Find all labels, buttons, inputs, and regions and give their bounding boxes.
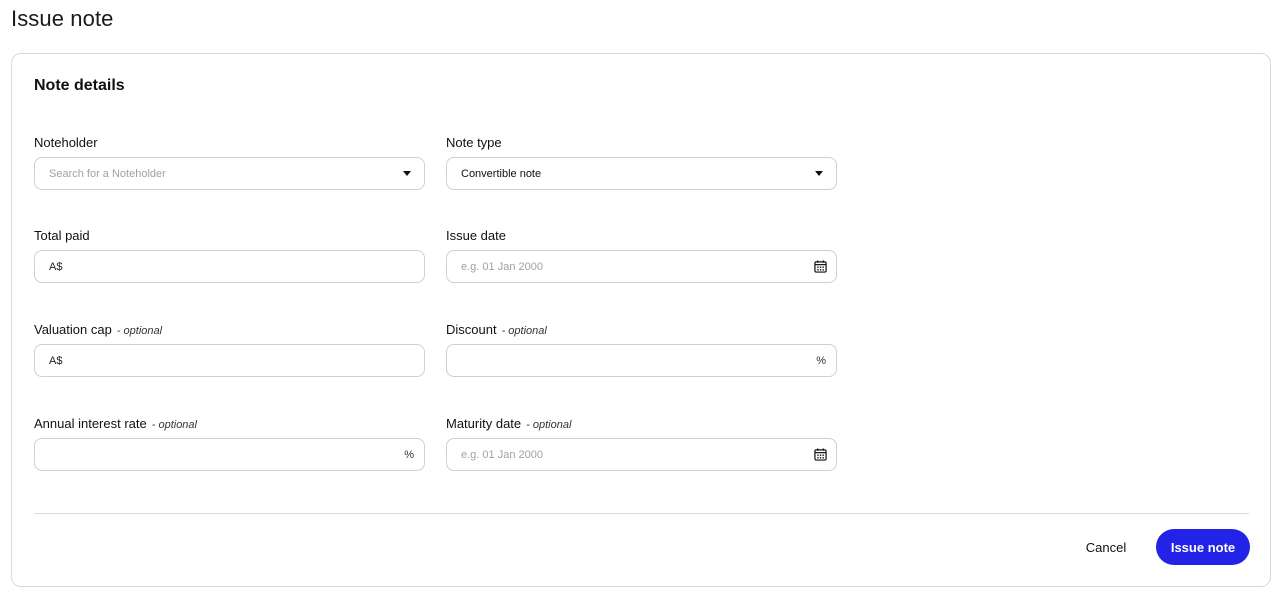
annual-interest-rate-input[interactable]: % (34, 438, 425, 471)
maturity-date-label-text: Maturity date (446, 416, 522, 431)
footer-divider (34, 513, 1249, 514)
total-paid-label: Total paid (34, 228, 425, 246)
noteholder-label: Noteholder (34, 135, 425, 153)
valuation-cap-label: Valuation cap - optional (34, 322, 425, 340)
noteholder-label-text: Noteholder (34, 135, 98, 150)
issue-date-label-text: Issue date (446, 228, 506, 243)
discount-input[interactable]: % (446, 344, 837, 377)
annual-interest-rate-label-text: Annual interest rate (34, 416, 147, 431)
chevron-down-icon (403, 171, 411, 176)
note-type-field: Note type Convertible note (446, 135, 837, 190)
noteholder-field: Noteholder Search for a Noteholder (34, 135, 425, 190)
maturity-date-label: Maturity date - optional (446, 416, 837, 434)
note-type-select[interactable]: Convertible note (446, 157, 837, 190)
issue-date-placeholder: e.g. 01 Jan 2000 (461, 260, 543, 273)
cancel-button[interactable]: Cancel (1073, 530, 1139, 564)
page-title: Issue note (11, 6, 114, 31)
maturity-date-placeholder: e.g. 01 Jan 2000 (461, 448, 543, 461)
currency-prefix: A$ (49, 354, 63, 367)
card-title: Note details (34, 77, 125, 94)
optional-tag: - optional (526, 419, 572, 431)
discount-label: Discount - optional (446, 322, 837, 340)
note-details-card: Note details Noteholder Search for a Not… (11, 53, 1271, 587)
currency-prefix: A$ (49, 260, 63, 273)
maturity-date-field: Maturity date - optional e.g. 01 Jan 200… (446, 416, 837, 471)
calendar-icon[interactable] (814, 260, 827, 273)
valuation-cap-field: Valuation cap - optional A$ (34, 322, 425, 377)
noteholder-placeholder: Search for a Noteholder (49, 167, 166, 180)
total-paid-field: Total paid A$ (34, 228, 425, 283)
valuation-cap-label-text: Valuation cap (34, 322, 112, 337)
optional-tag: - optional (501, 325, 547, 337)
optional-tag: - optional (116, 325, 163, 337)
chevron-down-icon (815, 171, 823, 176)
total-paid-input[interactable]: A$ (34, 250, 425, 283)
optional-tag: - optional (151, 419, 197, 431)
annual-interest-rate-label: Annual interest rate - optional (34, 416, 425, 434)
note-type-label: Note type (446, 135, 837, 153)
total-paid-label-text: Total paid (34, 228, 90, 243)
issue-date-field: Issue date e.g. 01 Jan 2000 (446, 228, 837, 283)
note-type-value: Convertible note (461, 167, 542, 180)
issue-date-input[interactable]: e.g. 01 Jan 2000 (446, 250, 837, 283)
note-type-label-text: Note type (446, 135, 502, 150)
issue-date-label: Issue date (446, 228, 837, 246)
noteholder-select[interactable]: Search for a Noteholder (34, 157, 425, 190)
percent-suffix: % (404, 448, 414, 461)
issue-note-button[interactable]: Issue note (1156, 529, 1250, 565)
maturity-date-input[interactable]: e.g. 01 Jan 2000 (446, 438, 837, 471)
calendar-icon[interactable] (814, 448, 827, 461)
discount-field: Discount - optional % (446, 322, 837, 377)
percent-suffix: % (816, 354, 826, 367)
valuation-cap-input[interactable]: A$ (34, 344, 425, 377)
annual-interest-rate-field: Annual interest rate - optional % (34, 416, 425, 471)
discount-label-text: Discount (446, 322, 497, 337)
